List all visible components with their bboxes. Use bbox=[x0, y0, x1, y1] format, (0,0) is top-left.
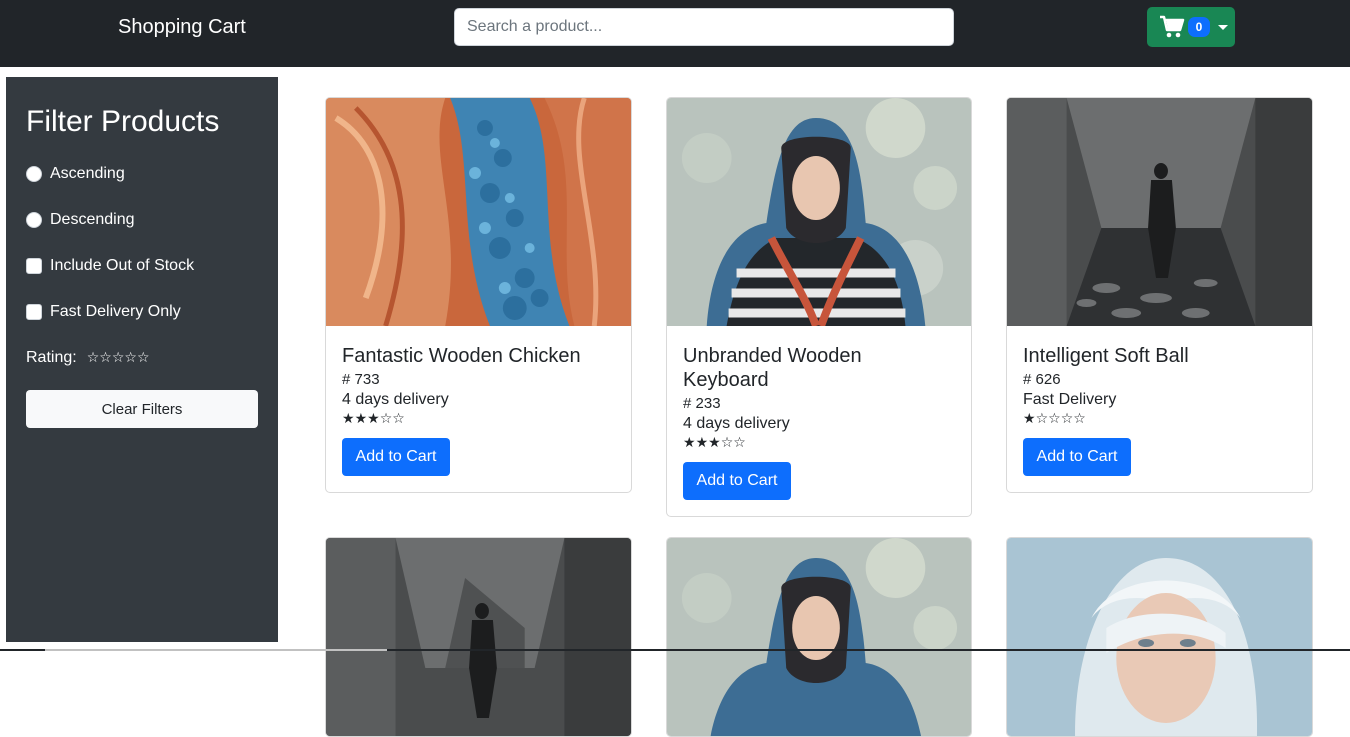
navbar: Shopping Cart 0 bbox=[0, 0, 1350, 67]
brand-title[interactable]: Shopping Cart bbox=[118, 16, 246, 39]
fast-delivery-option[interactable]: Fast Delivery Only bbox=[26, 303, 181, 321]
product-id: # 626 bbox=[1023, 371, 1061, 388]
star-empty-icon: ☆ bbox=[1073, 411, 1086, 427]
fast-delivery-label: Fast Delivery Only bbox=[50, 303, 181, 320]
product-card: Fantastic Wooden Chicken # 733 4 days de… bbox=[325, 97, 632, 493]
clear-filters-button[interactable]: Clear Filters bbox=[26, 390, 258, 428]
out-of-stock-label: Include Out of Stock bbox=[50, 257, 195, 274]
star-empty-icon[interactable]: ☆ bbox=[99, 351, 112, 365]
product-rating: ★ ★ ★ ☆ ☆ bbox=[342, 412, 405, 426]
product-card: Intelligent Soft Ball # 626 Fast Deliver… bbox=[1006, 97, 1313, 493]
filter-title: Filter Products bbox=[26, 105, 220, 138]
product-image-woman-scarf[interactable] bbox=[667, 538, 971, 737]
product-card bbox=[666, 537, 972, 737]
sort-descending-option[interactable]: Descending bbox=[26, 211, 135, 229]
star-empty-icon[interactable]: ☆ bbox=[112, 351, 125, 365]
star-filled-icon: ★ bbox=[708, 435, 721, 451]
star-filled-icon: ★ bbox=[1023, 411, 1036, 427]
product-id: # 733 bbox=[342, 371, 380, 388]
product-card: Unbranded Wooden Keyboard # 233 4 days d… bbox=[666, 97, 972, 517]
product-card bbox=[325, 537, 632, 737]
rating-stars[interactable]: ☆ ☆ ☆ ☆ ☆ bbox=[87, 351, 150, 365]
star-empty-icon: ☆ bbox=[1035, 411, 1049, 427]
star-filled-icon: ★ bbox=[367, 411, 380, 427]
star-filled-icon: ★ bbox=[342, 411, 355, 427]
rating-label: Rating: bbox=[26, 349, 77, 366]
cart-dropdown-button[interactable]: 0 bbox=[1147, 7, 1235, 47]
shopping-cart-icon bbox=[1159, 15, 1185, 39]
product-image-canyon[interactable] bbox=[326, 98, 631, 326]
product-image-white-haired-woman[interactable] bbox=[1007, 538, 1312, 737]
ascending-label: Ascending bbox=[50, 165, 125, 182]
star-empty-icon[interactable]: ☆ bbox=[137, 351, 150, 365]
product-title: Fantastic Wooden Chicken bbox=[342, 345, 581, 367]
star-empty-icon: ☆ bbox=[379, 411, 393, 427]
star-empty-icon: ☆ bbox=[1060, 411, 1074, 427]
add-to-cart-button[interactable]: Add to Cart bbox=[1023, 438, 1131, 476]
out-of-stock-checkbox[interactable] bbox=[26, 258, 42, 274]
product-delivery: 4 days delivery bbox=[683, 415, 790, 432]
product-delivery: 4 days delivery bbox=[342, 391, 449, 408]
ascending-radio[interactable] bbox=[26, 166, 42, 182]
product-rating: ★ ★ ★ ☆ ☆ bbox=[683, 436, 746, 450]
descending-radio[interactable] bbox=[26, 212, 42, 228]
out-of-stock-option[interactable]: Include Out of Stock bbox=[26, 257, 194, 275]
product-image-woman-scarf[interactable] bbox=[667, 98, 971, 326]
fast-delivery-checkbox[interactable] bbox=[26, 304, 42, 320]
sort-ascending-option[interactable]: Ascending bbox=[26, 165, 125, 183]
star-filled-icon: ★ bbox=[354, 411, 368, 427]
product-id: # 233 bbox=[683, 395, 721, 412]
descending-label: Descending bbox=[50, 211, 135, 228]
product-image-concrete-hall[interactable] bbox=[326, 538, 631, 737]
product-image-concrete-hall[interactable] bbox=[1007, 98, 1312, 326]
product-delivery: Fast Delivery bbox=[1023, 391, 1117, 408]
product-card bbox=[1006, 537, 1313, 737]
star-empty-icon: ☆ bbox=[733, 435, 746, 451]
search-input[interactable] bbox=[454, 8, 954, 46]
product-rating: ★ ☆ ☆ ☆ ☆ bbox=[1023, 412, 1086, 426]
cart-count-badge: 0 bbox=[1188, 17, 1210, 37]
star-filled-icon: ★ bbox=[695, 435, 709, 451]
product-title: Intelligent Soft Ball bbox=[1023, 345, 1189, 367]
star-empty-icon: ☆ bbox=[1048, 411, 1061, 427]
add-to-cart-button[interactable]: Add to Cart bbox=[683, 462, 791, 500]
star-empty-icon: ☆ bbox=[392, 411, 405, 427]
rating-filter: Rating: ☆ ☆ ☆ ☆ ☆ bbox=[26, 349, 150, 367]
star-empty-icon[interactable]: ☆ bbox=[87, 351, 100, 365]
add-to-cart-button[interactable]: Add to Cart bbox=[342, 438, 450, 476]
product-title: Unbranded Wooden Keyboard bbox=[683, 345, 862, 391]
star-filled-icon: ★ bbox=[683, 435, 696, 451]
star-empty-icon: ☆ bbox=[720, 435, 734, 451]
star-empty-icon[interactable]: ☆ bbox=[124, 351, 137, 365]
filter-sidebar: Filter Products Ascending Descending Inc… bbox=[6, 77, 278, 642]
chevron-down-icon bbox=[1218, 24, 1228, 30]
